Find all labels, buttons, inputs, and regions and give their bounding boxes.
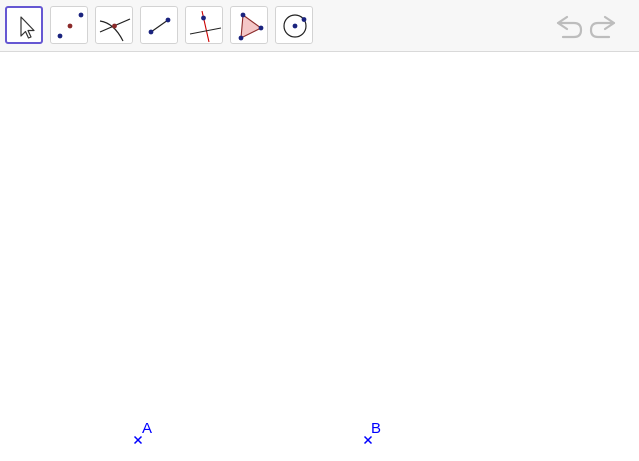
polygon-tool-button[interactable] [230,6,268,44]
undo-button[interactable] [553,14,583,45]
move-arrow-icon [20,16,35,39]
intersect-icon [99,18,131,42]
point-b-label: B [371,420,382,437]
segment-icon [148,17,171,35]
circle-icon [283,14,307,38]
point-a-label: A [142,420,153,437]
point-icon [57,12,84,39]
redo-icon [589,15,616,39]
graphics-view[interactable]: A B [0,53,639,461]
point-tool-button[interactable] [50,6,88,44]
perpendicular-bisector-icon [189,10,222,43]
redo-button[interactable] [589,14,619,45]
move-tool-button[interactable] [5,6,43,44]
segment-tool-button[interactable] [140,6,178,44]
toolbar [0,0,639,52]
intersect-tool-button[interactable] [95,6,133,44]
undo-icon [556,15,583,39]
polygon-icon [238,12,264,41]
perpendicular-bisector-tool-button[interactable] [185,6,223,44]
circle-tool-button[interactable] [275,6,313,44]
